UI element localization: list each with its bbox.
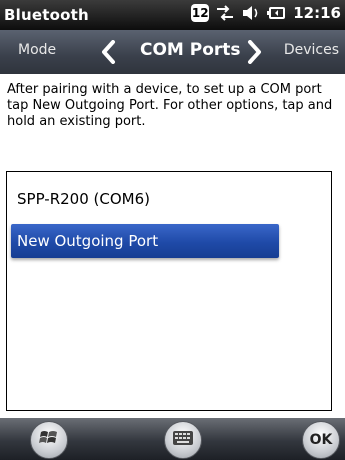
notification-badge-icon[interactable]: 12 <box>191 4 210 22</box>
status-icons: 12 12:16 <box>191 4 341 22</box>
connectivity-icon[interactable] <box>215 4 235 22</box>
tab-devices[interactable]: Devices <box>284 42 339 58</box>
clock: 12:16 <box>293 4 341 22</box>
com-ports-list[interactable]: SPP-R200 (COM6) New Outgoing Port <box>6 171 332 411</box>
app-title: Bluetooth <box>4 6 89 24</box>
tab-mode[interactable]: Mode <box>18 42 56 58</box>
tab-com-ports[interactable]: COM Ports <box>140 40 241 60</box>
battery-icon[interactable] <box>267 4 287 22</box>
chevron-right-icon[interactable] <box>247 40 263 68</box>
list-item-new-outgoing-port[interactable]: New Outgoing Port <box>11 224 279 258</box>
softkey-bar: OK <box>0 418 345 460</box>
ok-button[interactable]: OK <box>302 421 340 459</box>
speaker-icon[interactable] <box>241 4 261 22</box>
chevron-left-icon[interactable] <box>100 40 116 68</box>
list-item-spp-r200[interactable]: SPP-R200 (COM6) <box>13 182 317 216</box>
tab-navigation: Mode COM Ports Devices <box>0 30 345 74</box>
instructions-text: After pairing with a device, to set up a… <box>7 82 333 129</box>
windows-start-icon <box>38 427 60 453</box>
status-bar: Bluetooth 12 12:16 <box>0 0 345 30</box>
keyboard-icon <box>172 430 194 450</box>
windows-start-button[interactable] <box>30 421 68 459</box>
keyboard-button[interactable] <box>164 421 202 459</box>
